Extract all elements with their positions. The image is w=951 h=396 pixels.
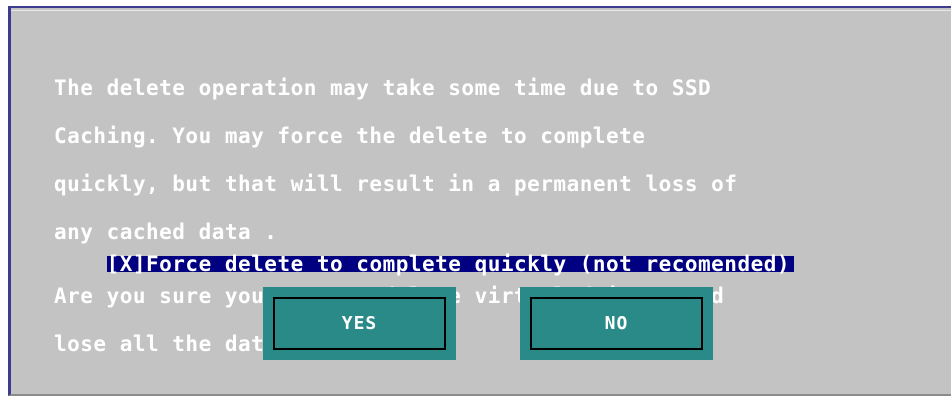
yes-button[interactable]: YES bbox=[263, 287, 456, 360]
message-line: quickly, but that will result in a perma… bbox=[54, 172, 738, 196]
message-line: any cached data . bbox=[54, 220, 278, 244]
message-line: The delete operation may take some time … bbox=[54, 76, 712, 100]
dialog-top-highlight bbox=[11, 10, 951, 11]
no-button-label: NO bbox=[530, 297, 703, 350]
confirm-delete-dialog: The delete operation may take some time … bbox=[8, 6, 951, 396]
yes-button-label: YES bbox=[273, 297, 446, 350]
no-button[interactable]: NO bbox=[520, 287, 713, 360]
message-line: Caching. You may force the delete to com… bbox=[54, 124, 646, 148]
force-delete-checkbox[interactable]: [X]Force delete to complete quickly (not… bbox=[106, 254, 795, 275]
